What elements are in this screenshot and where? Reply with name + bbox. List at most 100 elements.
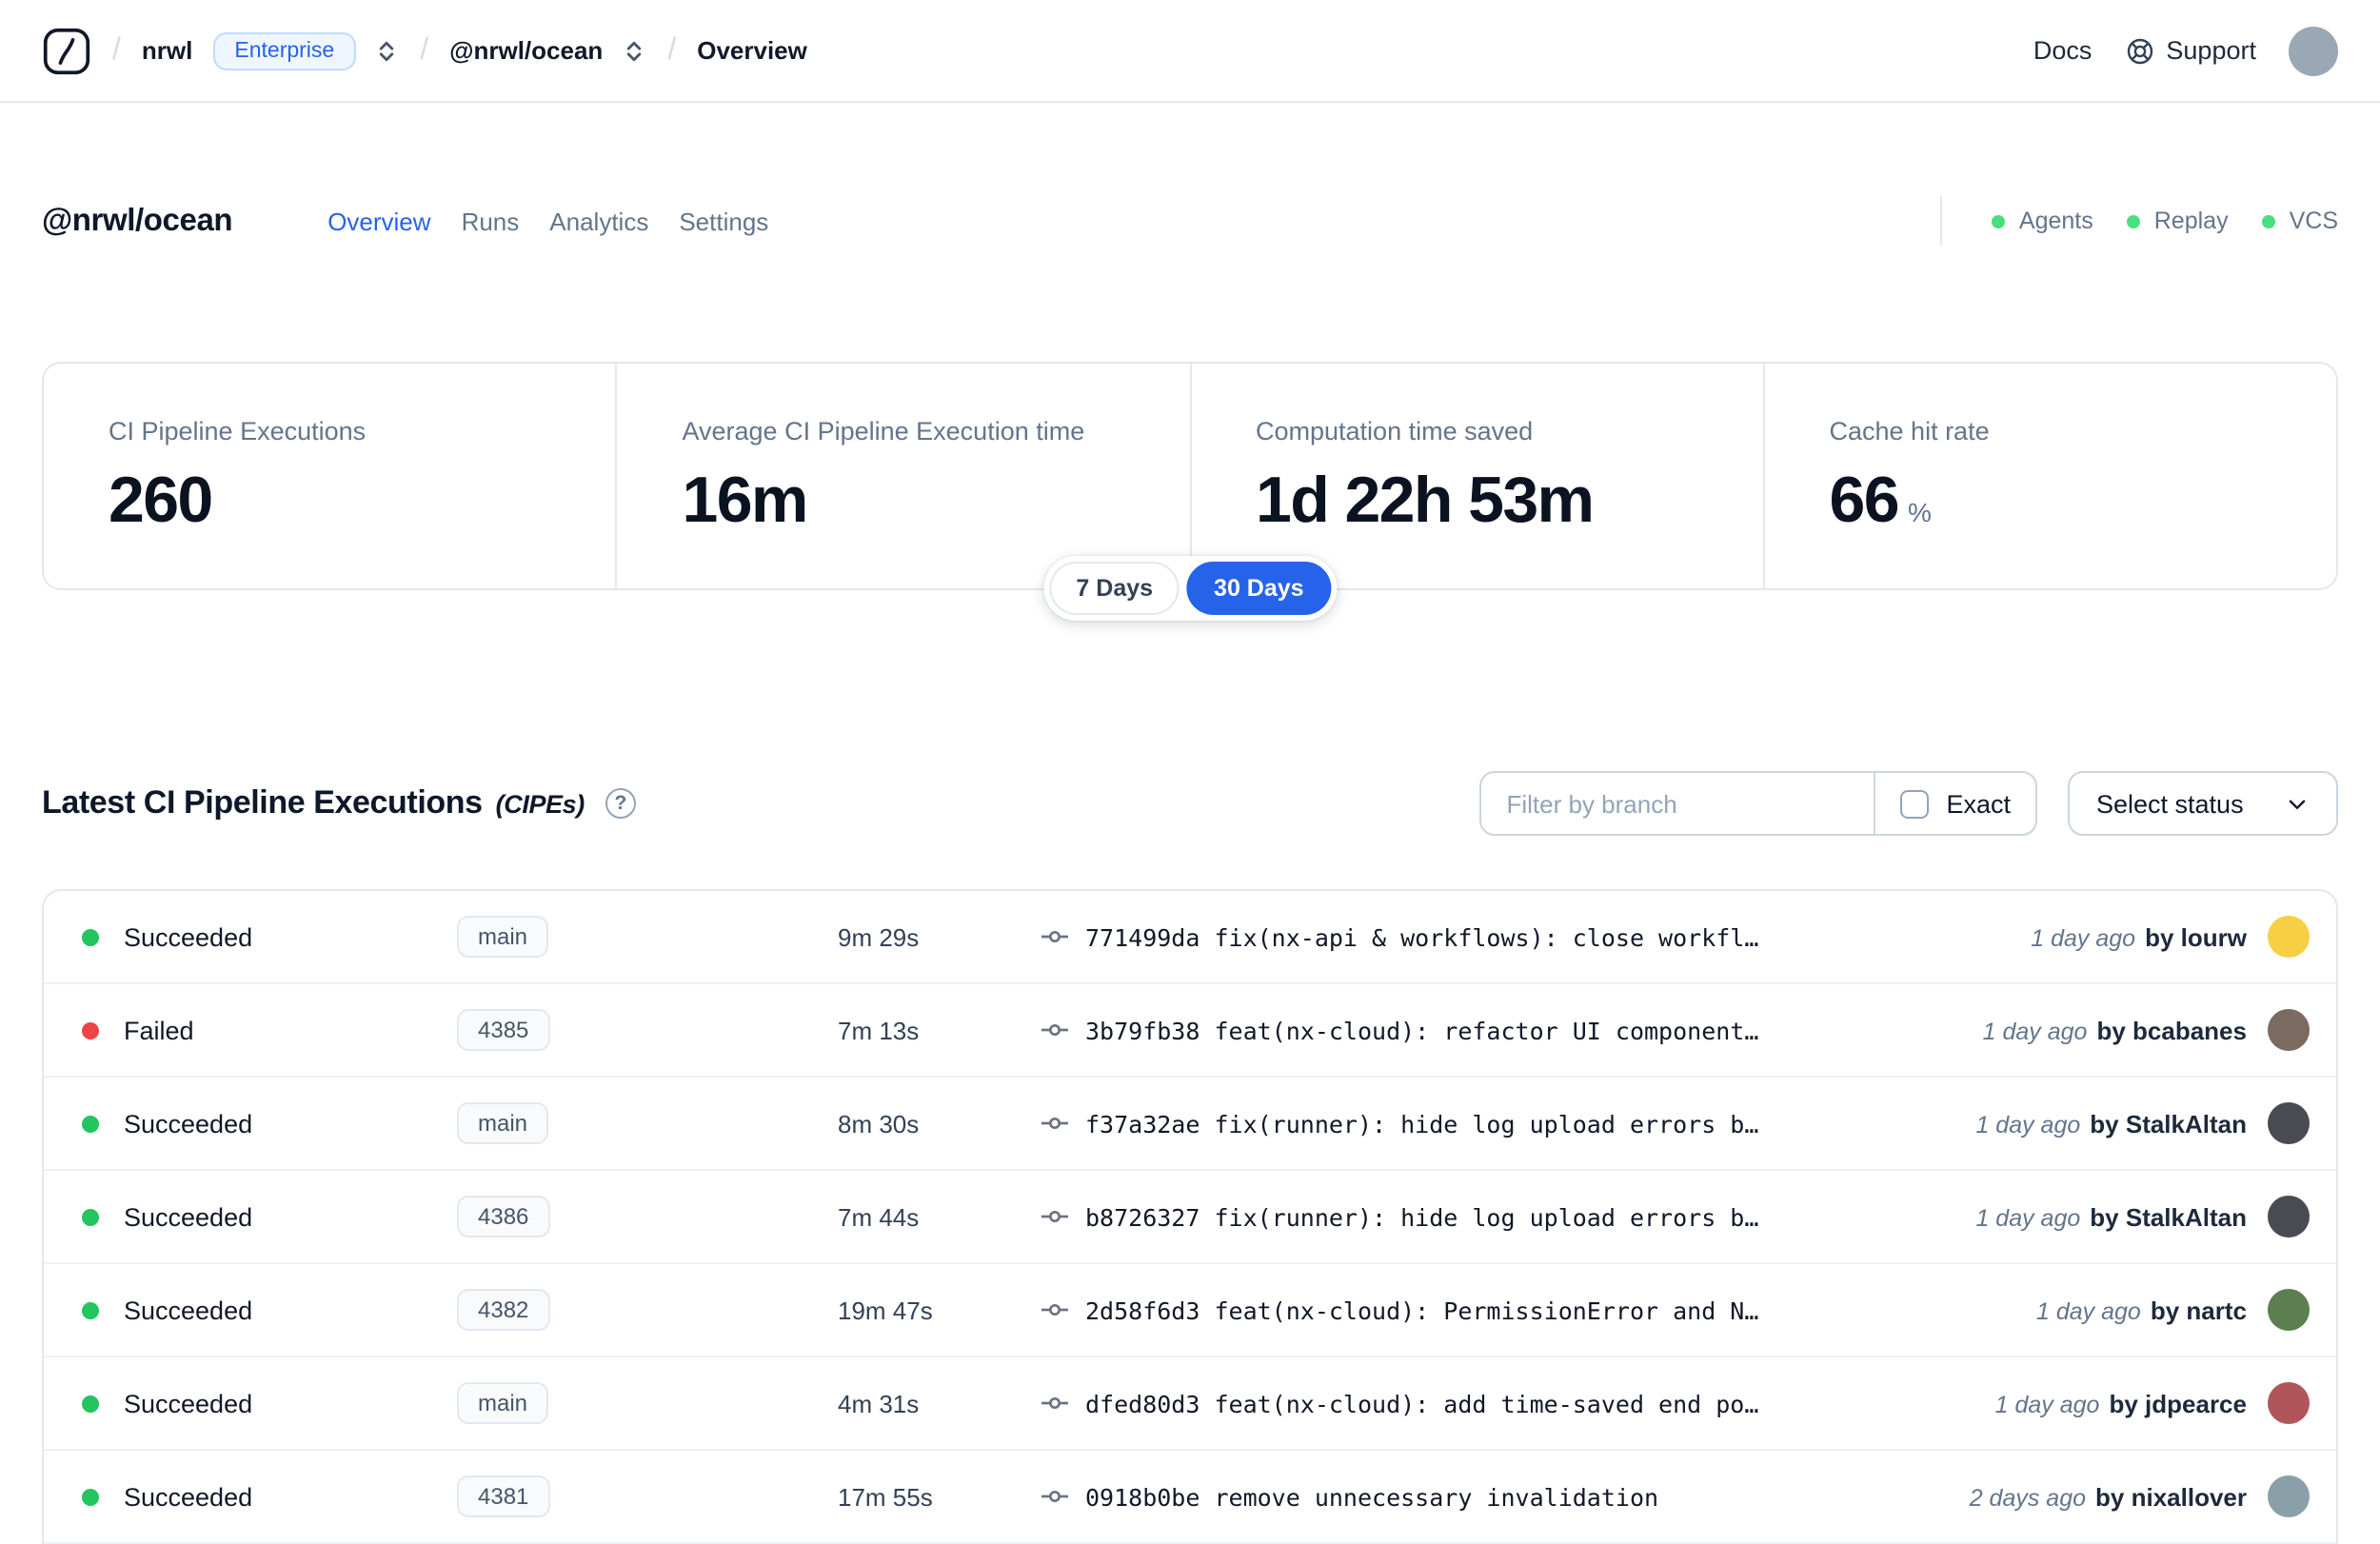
table-row[interactable]: Succeeded main 8m 30s f37a32ae fix(runne…: [44, 1078, 2336, 1171]
table-row[interactable]: Succeeded 4386 7m 44s b8726327 fix(runne…: [44, 1171, 2336, 1264]
workspace-switcher-chevrons-icon[interactable]: [620, 37, 646, 64]
stat-cache-hit-rate: Cache hit rate 66%: [1762, 364, 2337, 588]
status-select-label: Select status: [2096, 789, 2244, 818]
cipe-time: 1 day ago: [1994, 1391, 2100, 1417]
stat-label: Cache hit rate: [1829, 417, 1990, 445]
branch-badge[interactable]: main: [457, 916, 549, 958]
commit-message[interactable]: 2d58f6d3 feat(nx-cloud): PermissionError…: [1085, 1296, 2010, 1324]
table-row[interactable]: Succeeded main 9m 29s 771499da fix(nx-ap…: [44, 891, 2336, 984]
indicator-label: Agents: [2018, 208, 2093, 234]
git-commit-icon: [1040, 1015, 1070, 1045]
stat-value: 260: [109, 465, 213, 537]
cipe-author: by StalkAltan: [2090, 1109, 2247, 1138]
date-range-toggle: 7 Days 30 Days: [1043, 556, 1337, 621]
breadcrumb-separator: /: [420, 33, 429, 66]
indicator-replay[interactable]: Replay: [2127, 208, 2229, 234]
branch-cell: 4386: [457, 1196, 838, 1237]
branch-badge[interactable]: main: [457, 1102, 549, 1144]
exact-checkbox[interactable]: [1900, 789, 1930, 818]
executions-title-suffix: (CIPEs): [495, 790, 585, 819]
branch-filter-input[interactable]: [1481, 773, 1874, 834]
nx-cloud-logo-icon[interactable]: [42, 26, 91, 75]
branch-badge[interactable]: 4382: [457, 1289, 550, 1331]
status-select-dropdown[interactable]: Select status: [2068, 771, 2338, 836]
author-avatar: [2268, 1102, 2310, 1144]
commit-message[interactable]: dfed80d3 feat(nx-cloud): add time-saved …: [1085, 1389, 1969, 1417]
lifebuoy-icon: [2124, 35, 2154, 66]
stat-average-execution-time: Average CI Pipeline Execution time 16m: [615, 364, 1190, 588]
stat-label: Average CI Pipeline Execution time: [682, 417, 1085, 445]
branch-badge[interactable]: 4381: [457, 1475, 550, 1517]
tab-overview[interactable]: Overview: [327, 207, 430, 235]
cipe-status: Succeeded: [124, 1482, 253, 1511]
stat-label: CI Pipeline Executions: [109, 417, 367, 445]
git-commit-icon: [1040, 1388, 1070, 1418]
org-switcher-chevrons-icon[interactable]: [372, 37, 399, 64]
branch-cell: 4385: [457, 1009, 838, 1051]
row-meta: 1 day ago by bcabanes: [1983, 1016, 2247, 1044]
commit-message[interactable]: 3b79fb38 feat(nx-cloud): refactor UI com…: [1085, 1016, 1956, 1044]
docs-link[interactable]: Docs: [2033, 36, 2092, 65]
git-commit-icon: [1040, 1108, 1070, 1138]
support-link[interactable]: Support: [2124, 35, 2256, 66]
exact-label: Exact: [1946, 789, 2011, 818]
author-avatar: [2268, 1009, 2310, 1051]
page-title: @nrwl/ocean: [42, 203, 233, 237]
green-dot-icon: [2262, 214, 2276, 228]
branch-badge[interactable]: main: [457, 1382, 549, 1424]
cipe-time: 1 day ago: [1975, 1111, 2081, 1138]
branch-filter-group: Exact: [1479, 771, 2037, 836]
cipe-duration: 17m 55s: [838, 1482, 933, 1511]
chevron-down-icon: [2285, 791, 2310, 816]
cipe-time: 1 day ago: [2031, 924, 2136, 951]
commit-message[interactable]: 0918b0be remove unnecessary invalidation: [1085, 1482, 1943, 1511]
cipe-author: by bcabanes: [2096, 1016, 2247, 1044]
top-navbar: / nrwl Enterprise / @nrwl/ocean / Overvi…: [0, 0, 2380, 103]
cipe-time: 1 day ago: [2036, 1297, 2141, 1324]
commit-message[interactable]: f37a32ae fix(runner): hide log upload er…: [1085, 1109, 1949, 1138]
breadcrumb: / nrwl Enterprise / @nrwl/ocean / Overvi…: [42, 26, 807, 75]
indicator-agents[interactable]: Agents: [1992, 208, 2093, 234]
indicator-vcs[interactable]: VCS: [2262, 208, 2338, 234]
table-row[interactable]: Failed 4385 7m 13s 3b79fb38 feat(nx-clou…: [44, 984, 2336, 1078]
branch-badge[interactable]: 4386: [457, 1196, 550, 1237]
workspace-header: @nrwl/ocean Overview Runs Analytics Sett…: [42, 196, 2338, 246]
executions-table: Succeeded main 9m 29s 771499da fix(nx-ap…: [42, 889, 2338, 1544]
tab-settings[interactable]: Settings: [679, 207, 768, 235]
breadcrumb-page: Overview: [697, 36, 807, 65]
cipe-author: by jdpearce: [2109, 1389, 2247, 1417]
workspace-name[interactable]: @nrwl/ocean: [449, 36, 603, 65]
status-dot-icon: [82, 1395, 99, 1412]
breadcrumb-separator: /: [667, 33, 677, 66]
tab-analytics[interactable]: Analytics: [549, 207, 648, 235]
org-name[interactable]: nrwl: [142, 36, 192, 65]
cipe-status: Succeeded: [124, 1202, 253, 1231]
support-label: Support: [2166, 36, 2256, 65]
cipe-duration: 7m 44s: [838, 1202, 920, 1231]
exact-match-toggle[interactable]: Exact: [1874, 773, 2035, 834]
stat-suffix: %: [1907, 497, 1932, 527]
help-icon[interactable]: ?: [605, 788, 636, 819]
user-avatar[interactable]: [2289, 26, 2338, 75]
table-row[interactable]: Succeeded 4381 17m 55s 0918b0be remove u…: [44, 1451, 2336, 1544]
commit-message[interactable]: 771499da fix(nx-api & workflows): close …: [1085, 922, 2004, 951]
stat-value: 66%: [1829, 465, 1932, 537]
header-divider: [1940, 196, 1943, 246]
status-dot-icon: [82, 1488, 99, 1505]
table-row[interactable]: Succeeded 4382 19m 47s 2d58f6d3 feat(nx-…: [44, 1264, 2336, 1357]
workspace-tabs: Overview Runs Analytics Settings: [327, 207, 768, 235]
branch-cell: main: [457, 916, 838, 958]
stats-cards: CI Pipeline Executions 260 Average CI Pi…: [42, 362, 2338, 621]
cipe-duration: 8m 30s: [838, 1109, 920, 1138]
commit-message[interactable]: b8726327 fix(runner): hide log upload er…: [1085, 1202, 1949, 1231]
git-commit-icon: [1040, 1481, 1070, 1512]
branch-cell: main: [457, 1102, 838, 1144]
status-dot-icon: [82, 1208, 99, 1225]
range-30-days-button[interactable]: 30 Days: [1187, 562, 1331, 615]
branch-badge[interactable]: 4385: [457, 1009, 550, 1051]
author-avatar: [2268, 1289, 2310, 1331]
range-7-days-button[interactable]: 7 Days: [1049, 562, 1180, 615]
table-row[interactable]: Succeeded main 4m 31s dfed80d3 feat(nx-c…: [44, 1357, 2336, 1451]
cipe-status: Succeeded: [124, 922, 253, 951]
tab-runs[interactable]: Runs: [462, 207, 520, 235]
